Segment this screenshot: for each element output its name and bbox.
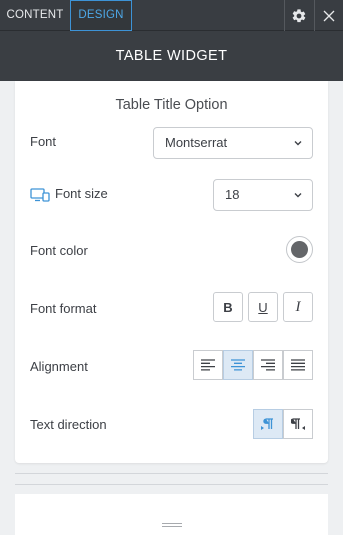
align-right-icon bbox=[261, 359, 275, 371]
rtl-button[interactable] bbox=[283, 409, 313, 439]
panel-title: TABLE WIDGET bbox=[0, 31, 343, 81]
align-right-button[interactable] bbox=[253, 350, 283, 380]
font-color-label: Font color bbox=[30, 243, 88, 258]
responsive-devices-icon bbox=[30, 187, 50, 203]
text-direction-ltr-icon bbox=[261, 418, 273, 430]
bold-button[interactable]: B bbox=[213, 292, 243, 322]
font-size-value: 18 bbox=[225, 187, 240, 202]
font-size-select[interactable]: 18 bbox=[213, 179, 313, 211]
gear-icon bbox=[292, 8, 306, 22]
chevron-down-icon bbox=[294, 193, 302, 198]
settings-button[interactable] bbox=[284, 0, 313, 31]
tab-bar: CONTENT DESIGN bbox=[0, 0, 343, 31]
align-justify-button[interactable] bbox=[283, 350, 313, 380]
font-color-picker[interactable] bbox=[286, 236, 313, 263]
font-select[interactable]: Montserrat bbox=[153, 127, 313, 159]
section-divider bbox=[15, 473, 328, 474]
alignment-label: Alignment bbox=[30, 359, 88, 374]
italic-button[interactable]: I bbox=[283, 292, 313, 322]
section-divider bbox=[15, 484, 328, 485]
next-section-card bbox=[15, 494, 328, 535]
resize-handle[interactable] bbox=[162, 522, 182, 528]
section-title: Table Title Option bbox=[115, 97, 228, 113]
close-icon bbox=[323, 10, 335, 21]
font-color-swatch bbox=[291, 241, 308, 258]
tab-design[interactable]: DESIGN bbox=[70, 0, 132, 31]
font-select-value: Montserrat bbox=[165, 135, 228, 150]
align-left-icon bbox=[201, 359, 215, 371]
text-direction-rtl-icon bbox=[291, 418, 305, 430]
align-center-button[interactable] bbox=[223, 350, 253, 380]
font-format-label: Font format bbox=[30, 301, 97, 316]
font-size-label: Font size bbox=[55, 186, 108, 201]
text-direction-label: Text direction bbox=[30, 417, 107, 432]
close-button[interactable] bbox=[314, 0, 343, 31]
tab-content[interactable]: CONTENT bbox=[0, 0, 70, 31]
align-left-button[interactable] bbox=[193, 350, 223, 380]
ltr-button[interactable] bbox=[253, 409, 283, 439]
font-label: Font bbox=[30, 134, 57, 149]
chevron-down-icon bbox=[294, 141, 302, 146]
align-center-icon bbox=[231, 359, 245, 371]
underline-button[interactable]: U bbox=[248, 292, 278, 322]
align-justify-icon bbox=[291, 359, 305, 371]
table-title-options-card: Table Title Option Font Montserrat Font … bbox=[15, 81, 328, 463]
